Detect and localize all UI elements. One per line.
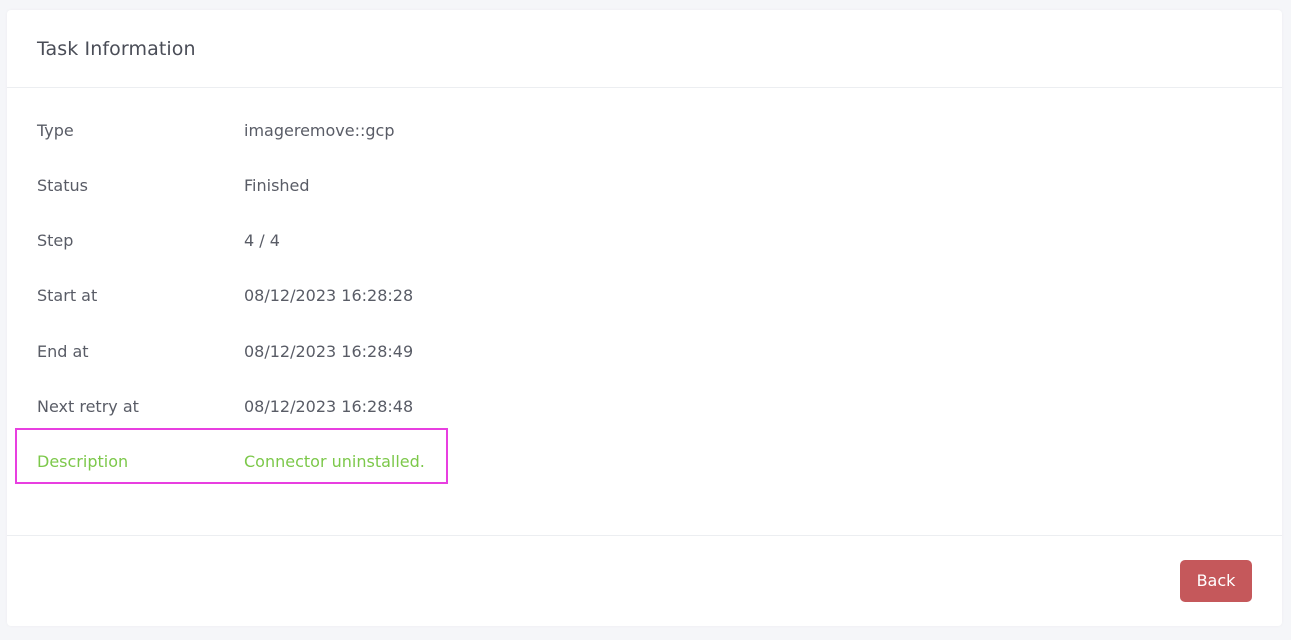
info-row-status: Status Finished bbox=[7, 159, 1282, 214]
info-label-type: Type bbox=[37, 121, 74, 140]
info-label-next-retry-at: Next retry at bbox=[37, 397, 139, 416]
card-header: Task Information bbox=[7, 10, 1282, 88]
card-title: Task Information bbox=[37, 38, 196, 60]
description-highlight-box bbox=[15, 428, 448, 484]
task-information-card: Task Information Type imageremove::gcp S… bbox=[7, 10, 1282, 626]
info-value-start-at: 08/12/2023 16:28:28 bbox=[244, 286, 414, 305]
info-value-step: 4 / 4 bbox=[244, 231, 280, 250]
info-label-status: Status bbox=[37, 176, 88, 195]
info-row-start-at: Start at 08/12/2023 16:28:28 bbox=[7, 269, 1282, 324]
info-row-end-at: End at 08/12/2023 16:28:49 bbox=[7, 325, 1282, 380]
info-row-type: Type imageremove::gcp bbox=[7, 104, 1282, 159]
info-row-step: Step 4 / 4 bbox=[7, 214, 1282, 269]
info-value-status: Finished bbox=[244, 176, 310, 195]
back-button[interactable]: Back bbox=[1180, 560, 1252, 602]
info-value-end-at: 08/12/2023 16:28:49 bbox=[244, 342, 414, 361]
info-row-next-retry-at: Next retry at 08/12/2023 16:28:48 bbox=[7, 380, 1282, 435]
info-value-type: imageremove::gcp bbox=[244, 121, 395, 140]
info-label-start-at: Start at bbox=[37, 286, 98, 305]
info-label-step: Step bbox=[37, 231, 74, 250]
info-value-next-retry-at: 08/12/2023 16:28:48 bbox=[244, 397, 414, 416]
info-label-end-at: End at bbox=[37, 342, 89, 361]
card-footer: Back bbox=[7, 535, 1282, 626]
